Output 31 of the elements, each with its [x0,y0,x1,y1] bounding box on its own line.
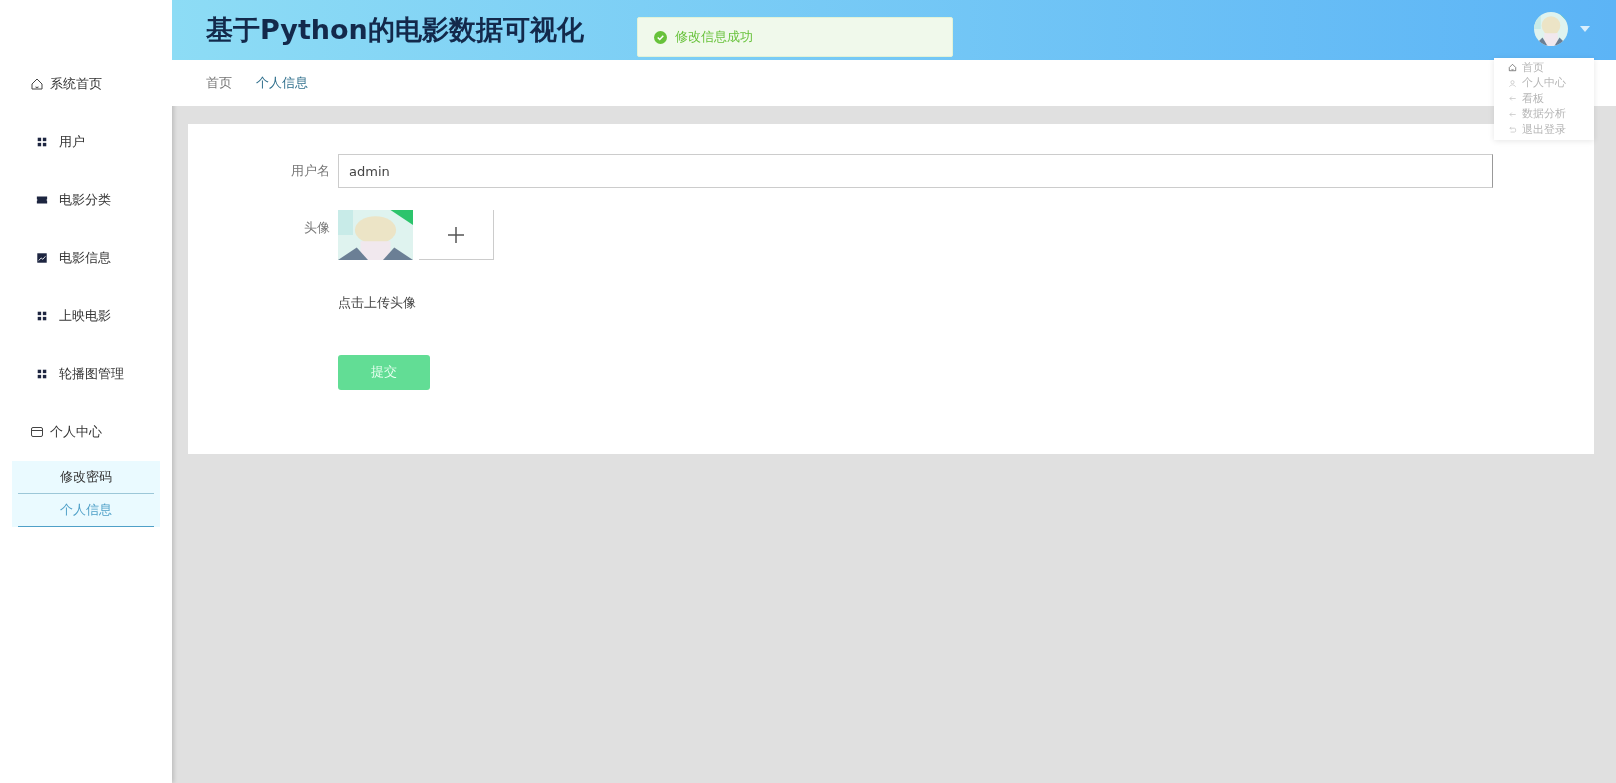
grid-icon [36,136,48,148]
chart-icon [36,252,48,264]
field-label: 用户名 [290,162,331,181]
arrow-icon [1508,109,1517,119]
sidebar-item[interactable]: 轮播图管理 [0,345,172,403]
grid-icon [36,368,48,380]
page-title: 基于Python的电影数据可视化 [206,12,584,47]
toast-text: 修改信息成功 [675,28,753,47]
sidebar-item[interactable]: 电影信息 [0,229,172,287]
plus-icon [448,226,464,243]
arrow-icon [1508,94,1517,104]
field-label: 头像 [303,219,331,237]
breadcrumb-link[interactable]: 首页 [206,73,232,93]
return-icon [1508,125,1517,135]
window-icon [30,425,44,439]
home-icon [30,77,44,91]
breadcrumb-link[interactable]: 个人信息 [256,73,308,93]
person-icon [1508,78,1517,88]
upload-hint: 点击上传头像 [338,294,417,312]
sidebar-subitem[interactable]: 修改密码 [18,461,154,494]
check-icon [654,30,667,44]
ticket-icon [36,194,48,206]
sidebar-item[interactable]: 用户 [0,113,172,171]
caret-icon[interactable] [1580,26,1590,33]
home-icon [1508,63,1517,73]
sidebar-item[interactable]: 上映电影 [0,287,172,345]
sidebar-item[interactable]: 系统首页 [0,55,172,113]
username-field[interactable]: admin [338,154,1493,188]
grid-icon [36,310,48,322]
sidebar-item[interactable]: 电影分类 [0,171,172,229]
sidebar-item[interactable]: 个人中心 [0,403,172,461]
